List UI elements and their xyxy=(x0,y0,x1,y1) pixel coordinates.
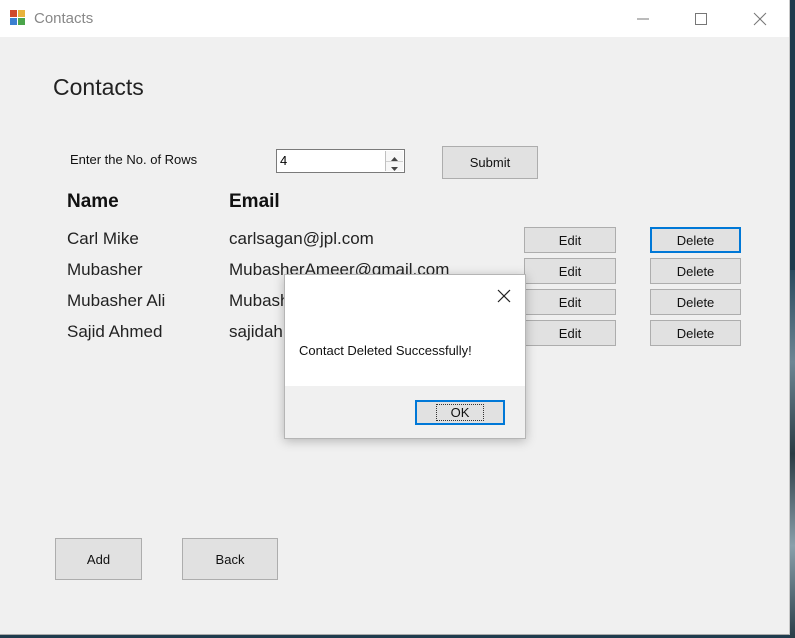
dialog-message: Contact Deleted Successfully! xyxy=(299,343,472,358)
window-title: Contacts xyxy=(34,10,94,27)
maximize-icon xyxy=(695,13,707,25)
contact-name: Mubasher Ali xyxy=(67,291,166,310)
contact-email: sajidahr xyxy=(229,322,289,341)
title-bar: Contacts xyxy=(0,0,789,37)
close-icon xyxy=(753,12,767,26)
contact-name: Carl Mike xyxy=(67,229,139,248)
page-title: Contacts xyxy=(53,74,144,100)
contact-email: Mubash xyxy=(229,291,290,310)
edit-button[interactable]: Edit xyxy=(524,320,616,346)
contacts-window: Contacts Contacts Enter the No. of Rows … xyxy=(0,0,790,635)
contact-name: Mubasher xyxy=(67,260,143,279)
edit-button[interactable]: Edit xyxy=(524,289,616,315)
app-icon xyxy=(10,10,25,25)
minimize-button[interactable] xyxy=(614,0,672,37)
delete-button[interactable]: Delete xyxy=(650,258,741,284)
dialog-close-button[interactable] xyxy=(493,285,515,307)
delete-button[interactable]: Delete xyxy=(650,320,741,346)
rows-count-label: Enter the No. of Rows xyxy=(70,152,198,167)
contact-name: Sajid Ahmed xyxy=(67,322,163,341)
spin-down-icon xyxy=(391,167,398,171)
maximize-button[interactable] xyxy=(672,0,730,37)
desktop-background xyxy=(790,270,795,638)
edit-button[interactable]: Edit xyxy=(524,227,616,253)
delete-button[interactable]: Delete xyxy=(650,289,741,315)
ok-button[interactable]: OK xyxy=(415,400,505,425)
ok-button-label: OK xyxy=(435,404,485,421)
spin-buttons xyxy=(385,151,403,171)
name-column-header: Name xyxy=(67,191,119,212)
spin-down-button[interactable] xyxy=(386,161,403,171)
email-column-header: Email xyxy=(229,191,280,212)
back-button[interactable]: Back xyxy=(182,538,278,580)
close-button[interactable] xyxy=(731,0,789,37)
edit-button[interactable]: Edit xyxy=(524,258,616,284)
rows-count-stepper[interactable]: 4 xyxy=(276,149,405,173)
rows-count-value[interactable]: 4 xyxy=(280,153,287,168)
contact-email: carlsagan@jpl.com xyxy=(229,229,374,248)
add-button[interactable]: Add xyxy=(55,538,142,580)
minimize-icon xyxy=(637,18,649,20)
dialog-footer: OK xyxy=(285,386,525,438)
dialog-close-icon xyxy=(497,289,511,303)
submit-button[interactable]: Submit xyxy=(442,146,538,179)
delete-button[interactable]: Delete xyxy=(650,227,741,253)
message-dialog: Contact Deleted Successfully! OK xyxy=(284,274,526,439)
